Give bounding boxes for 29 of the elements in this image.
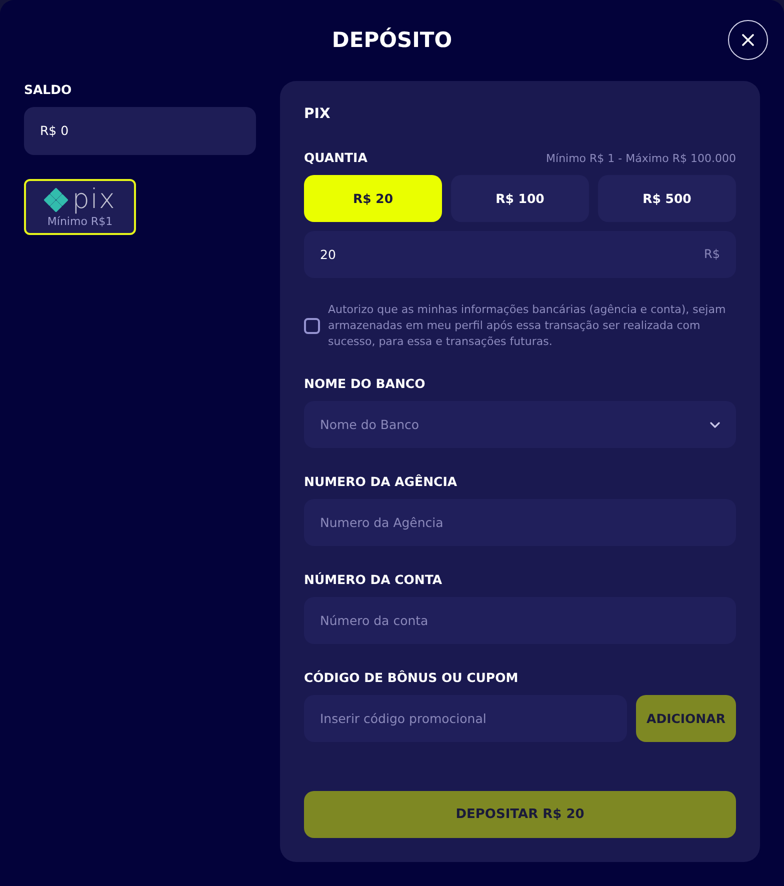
- amount-preset-button[interactable]: R$ 100: [451, 175, 589, 222]
- consent-text: Autorizo que as minhas informações bancárias (agência e conta), sejam armazenadas em meu perfil após essa transação ser realizada com sucesso, para essa e transações futuras.: [328, 302, 727, 350]
- balance-display: R$ 0: [24, 107, 256, 155]
- field-label: NÚMERO DA CONTA: [304, 571, 444, 589]
- logo-wordmark: pix: [72, 186, 116, 214]
- deposit-button[interactable]: DEPOSITAR R$ 20: [304, 791, 736, 838]
- text-input[interactable]: Número da conta: [304, 597, 736, 644]
- field-label: NUMERO DA AGÊNCIA: [304, 473, 458, 491]
- minimum-caption: Mínimo R$1: [47, 214, 113, 228]
- consent-checkbox[interactable]: [304, 318, 320, 334]
- amount-label: QUANTIA: [304, 149, 368, 167]
- coupon-input[interactable]: Inserir código promocional: [304, 695, 627, 742]
- amount-preset-button[interactable]: R$ 500: [598, 175, 736, 222]
- bank-select[interactable]: Nome do Banco: [304, 401, 736, 448]
- chevron-down-icon: [710, 422, 720, 428]
- diamond-logo-icon: [44, 188, 68, 212]
- field-label: NOME DO BANCO: [304, 375, 426, 393]
- close-button[interactable]: [728, 20, 768, 60]
- add-coupon-button[interactable]: ADICIONAR: [636, 695, 736, 742]
- modal-title: DEPÓSITO: [330, 26, 454, 54]
- amount-preset-button[interactable]: R$ 20: [304, 175, 442, 222]
- payment-method-card[interactable]: pix Mínimo R$1: [24, 179, 136, 235]
- amount-limits: Mínimo R$ 1 - Máximo R$ 100.000: [546, 152, 736, 164]
- close-icon: [742, 34, 754, 46]
- currency-suffix: R$: [704, 246, 720, 263]
- panel-title: PIX: [304, 105, 332, 123]
- balance-label: SALDO: [24, 81, 73, 99]
- field-label: CÓDIGO DE BÔNUS OU CUPOM: [304, 669, 520, 687]
- text-input[interactable]: Numero da Agência: [304, 499, 736, 546]
